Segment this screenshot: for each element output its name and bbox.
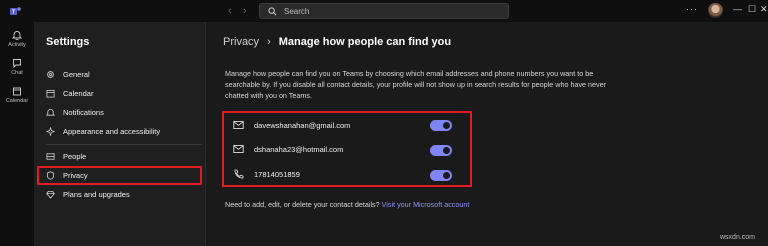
breadcrumb-parent[interactable]: Privacy [223,36,259,48]
title-bar: T ‹ › Search ··· — ☐ ✕ [0,0,768,22]
microsoft-account-link[interactable]: Visit your Microsoft account [382,200,470,209]
contact-details-footer: Need to add, edit, or delete your contac… [225,200,469,209]
people-icon [46,152,55,160]
bell-icon [12,31,22,40]
settings-item-label: Plans and upgrades [63,189,130,199]
contact-toggle-email-2[interactable] [430,145,452,156]
contact-value: davewshanahan@gmail.com [254,120,351,130]
settings-item-label: Calendar [63,88,94,98]
app-rail: Activity Chat Calendar [0,22,34,246]
gear-icon [47,70,54,78]
contact-row-phone: 17814051859 [233,166,453,182]
settings-item-notifications[interactable]: Notifications [46,105,104,119]
page-title: Manage how people can find you [278,36,452,48]
contact-row-email-1: davewshanahan@gmail.com [233,117,453,133]
contact-toggle-email-1[interactable] [430,120,452,131]
sparkle-icon [46,126,55,136]
rail-label: Activity [8,42,26,48]
back-arrow-icon[interactable]: ‹ [228,4,232,18]
avatar[interactable] [708,3,723,18]
toggle-knob [443,147,450,154]
contact-row-email-2: dshanaha23@hotmail.com [233,141,453,157]
footer-question: Need to add, edit, or delete your contac… [225,200,380,209]
phone-icon [234,169,244,179]
settings-item-label: Appearance and accessibility [63,126,161,136]
watermark: wsxdn.com [720,234,756,241]
privacy-highlight-box [37,166,202,185]
settings-item-label: People [63,151,87,161]
forward-arrow-icon[interactable]: › [243,4,247,18]
svg-text:T: T [12,10,15,16]
page-description: Manage how people can find you on Teams … [225,69,607,100]
maximize-button[interactable]: ☐ [748,4,756,15]
diamond-icon [46,190,55,199]
contact-toggle-phone[interactable] [430,170,452,181]
toggle-knob [443,122,450,129]
settings-item-plans[interactable]: Plans and upgrades [46,187,130,201]
settings-item-calendar[interactable]: Calendar [46,86,93,100]
mail-icon [233,121,244,129]
minimize-button[interactable]: — [733,4,742,14]
rail-label: Calendar [5,98,29,104]
breadcrumb: Privacy › Manage how people can find you [223,36,451,48]
settings-item-general[interactable]: General [46,67,90,81]
contact-value: dshanaha23@hotmail.com [254,144,344,154]
settings-item-label: General [63,69,90,79]
bell-icon [46,108,55,116]
settings-divider [46,144,202,145]
rail-item-chat[interactable]: Chat [0,58,34,76]
settings-title: Settings [46,36,90,48]
search-placeholder: Search [284,7,310,16]
settings-item-appearance[interactable]: Appearance and accessibility [46,124,160,138]
settings-item-label: Notifications [63,107,104,117]
settings-item-people[interactable]: People [46,149,86,163]
mail-icon [233,145,244,153]
search-icon [268,7,277,16]
calendar-icon [13,87,21,96]
settings-pane: Settings General Calendar Notifications … [34,22,206,246]
toggle-knob [443,172,450,179]
rail-label: Chat [11,70,23,76]
chat-icon [13,59,21,68]
close-button[interactable]: ✕ [760,4,768,15]
rail-item-activity[interactable]: Activity [0,30,34,48]
chevron-right-icon: › [267,36,271,48]
teams-logo-icon[interactable]: T [10,6,21,17]
calendar-icon [46,89,55,98]
rail-item-calendar[interactable]: Calendar [0,86,34,104]
more-options-icon[interactable]: ··· [686,4,698,14]
contact-value: 17814051859 [254,169,300,179]
search-bar[interactable]: Search [259,3,509,19]
